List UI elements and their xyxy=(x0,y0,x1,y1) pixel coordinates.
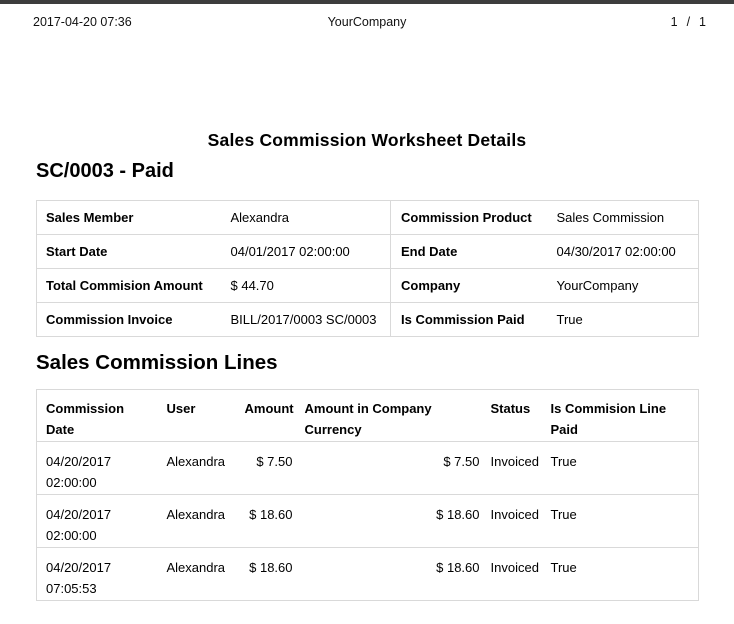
lines-header-row: Commission Date User Amount Amount in Co… xyxy=(37,390,699,442)
page-total: 1 xyxy=(699,15,706,29)
details-row: Start Date 04/01/2017 02:00:00 End Date … xyxy=(37,235,699,269)
cell-user: Alexandra xyxy=(161,494,239,547)
detail-label: Commission Invoice xyxy=(37,303,225,337)
cell-amount-company-currency: $ 18.60 xyxy=(299,547,485,600)
commission-line-row: 04/20/2017 07:05:53 Alexandra $ 18.60 $ … xyxy=(37,547,699,600)
cell-status: Invoiced xyxy=(485,441,545,494)
page-indicator: 1 / 1 xyxy=(671,15,706,29)
detail-value: Alexandra xyxy=(225,201,391,235)
cell-commission-date: 04/20/2017 02:00:00 xyxy=(37,441,161,494)
worksheet-details-table: Sales Member Alexandra Commission Produc… xyxy=(36,200,699,337)
col-status: Status xyxy=(485,390,545,442)
lines-section-heading: Sales Commission Lines xyxy=(36,351,734,375)
col-user: User xyxy=(161,390,239,442)
detail-label: Commission Product xyxy=(391,201,551,235)
cell-status: Invoiced xyxy=(485,547,545,600)
cell-commission-date: 04/20/2017 07:05:53 xyxy=(37,547,161,600)
col-is-commision-line-paid: Is Commision Line Paid xyxy=(545,390,699,442)
detail-label: Company xyxy=(391,269,551,303)
cell-is-paid: True xyxy=(545,441,699,494)
page-header: 2017-04-20 07:36 YourCompany 1 / 1 xyxy=(0,4,734,29)
cell-amount-company-currency: $ 7.50 xyxy=(299,441,485,494)
details-row: Total Commision Amount $ 44.70 Company Y… xyxy=(37,269,699,303)
detail-label: Sales Member xyxy=(37,201,225,235)
detail-value: 04/30/2017 02:00:00 xyxy=(551,235,699,269)
cell-user: Alexandra xyxy=(161,547,239,600)
cell-status: Invoiced xyxy=(485,494,545,547)
cell-amount: $ 18.60 xyxy=(239,547,299,600)
commission-line-row: 04/20/2017 02:00:00 Alexandra $ 18.60 $ … xyxy=(37,494,699,547)
col-amount: Amount xyxy=(239,390,299,442)
details-row: Commission Invoice BILL/2017/0003 SC/000… xyxy=(37,303,699,337)
cell-amount: $ 18.60 xyxy=(239,494,299,547)
cell-amount: $ 7.50 xyxy=(239,441,299,494)
commission-lines-table: Commission Date User Amount Amount in Co… xyxy=(36,389,699,601)
col-amount-company-currency: Amount in Company Currency xyxy=(299,390,485,442)
cell-commission-date: 04/20/2017 02:00:00 xyxy=(37,494,161,547)
page-separator: / xyxy=(687,15,690,29)
report-title: Sales Commission Worksheet Details xyxy=(0,130,734,151)
page-current: 1 xyxy=(671,15,678,29)
detail-value: YourCompany xyxy=(551,269,699,303)
detail-value: BILL/2017/0003 SC/0003 xyxy=(225,303,391,337)
cell-user: Alexandra xyxy=(161,441,239,494)
detail-value: $ 44.70 xyxy=(225,269,391,303)
commission-line-row: 04/20/2017 02:00:00 Alexandra $ 7.50 $ 7… xyxy=(37,441,699,494)
header-company-name: YourCompany xyxy=(0,15,734,29)
worksheet-reference-status: SC/0003 - Paid xyxy=(36,160,734,183)
detail-label: End Date xyxy=(391,235,551,269)
detail-value: 04/01/2017 02:00:00 xyxy=(225,235,391,269)
col-commission-date: Commission Date xyxy=(37,390,161,442)
cell-is-paid: True xyxy=(545,494,699,547)
detail-label: Is Commission Paid xyxy=(391,303,551,337)
detail-value: Sales Commission xyxy=(551,201,699,235)
detail-label: Total Commision Amount xyxy=(37,269,225,303)
details-row: Sales Member Alexandra Commission Produc… xyxy=(37,201,699,235)
detail-label: Start Date xyxy=(37,235,225,269)
report-page: 2017-04-20 07:36 YourCompany 1 / 1 Sales… xyxy=(0,0,734,601)
cell-is-paid: True xyxy=(545,547,699,600)
cell-amount-company-currency: $ 18.60 xyxy=(299,494,485,547)
lines-table-header: Commission Date User Amount Amount in Co… xyxy=(37,390,699,442)
detail-value: True xyxy=(551,303,699,337)
